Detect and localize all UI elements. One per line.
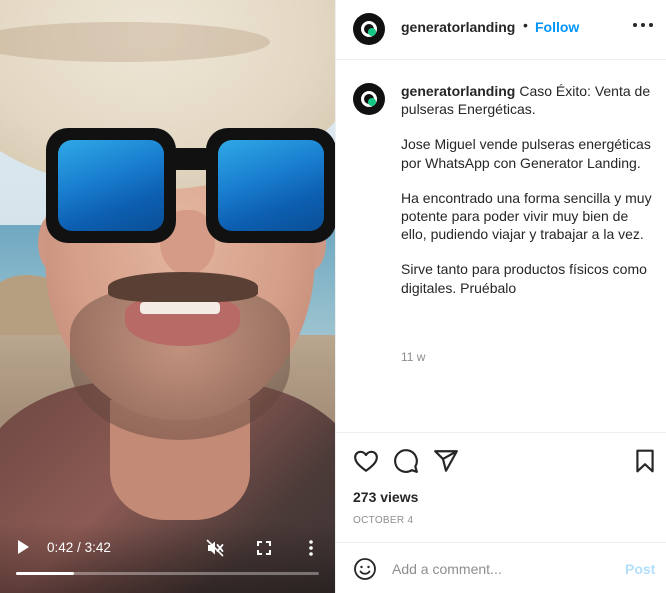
comment-icon[interactable] — [393, 448, 419, 474]
caption-paragraph-2: Jose Miguel vende pulseras energéticas p… — [401, 136, 651, 171]
share-icon[interactable] — [433, 448, 459, 474]
post-header: generatorlanding • Follow — [336, 0, 666, 60]
time-separator: / — [77, 540, 81, 555]
view-count[interactable]: 273 views — [353, 489, 418, 505]
emoji-icon[interactable] — [353, 557, 377, 581]
play-icon[interactable] — [17, 540, 29, 554]
post-caption: generatorlanding Caso Éxito: Venta de pul… — [401, 82, 657, 314]
header-username[interactable]: generatorlanding — [401, 19, 515, 35]
fullscreen-icon[interactable] — [255, 539, 273, 557]
video-progress-bar[interactable] — [16, 572, 319, 575]
comment-input[interactable] — [392, 557, 612, 581]
caption-age[interactable]: 11 w — [401, 350, 425, 364]
caption-avatar[interactable] — [353, 83, 385, 115]
header-separator: • — [523, 17, 528, 33]
bookmark-icon[interactable] — [632, 448, 658, 474]
caption-username[interactable]: generatorlanding — [401, 83, 515, 99]
caption-paragraph-3: Ha encontrado una forma sencilla y muy p… — [401, 189, 652, 243]
video-controls — [0, 523, 335, 593]
post-side-panel: generatorlanding • Follow generatorlandi… — [335, 0, 666, 593]
post-date: OCTOBER 4 — [353, 515, 414, 526]
current-time: 0:42 — [47, 540, 74, 555]
heart-icon[interactable] — [353, 448, 379, 474]
follow-button[interactable]: Follow — [535, 19, 579, 35]
more-options-icon[interactable] — [633, 23, 653, 29]
comment-bar: Post — [336, 542, 666, 593]
caption-paragraph-1: generatorlanding Caso Éxito: Venta de pul… — [401, 83, 651, 118]
video-player[interactable]: 0:42 / 3:42 — [0, 0, 335, 593]
video-frame-teeth — [140, 302, 220, 314]
post-button[interactable]: Post — [625, 561, 655, 577]
caption-paragraph-4: Sirve tanto para productos físicos como … — [401, 261, 647, 296]
post-actions: 273 views OCTOBER 4 — [336, 432, 666, 542]
video-time: 0:42 / 3:42 — [47, 540, 111, 555]
video-frame-sunglasses — [46, 128, 335, 253]
video-progress-fill — [16, 572, 74, 575]
avatar[interactable] — [353, 13, 385, 45]
duration: 3:42 — [84, 540, 111, 555]
muted-speaker-icon[interactable] — [206, 539, 224, 557]
video-frame-mustache — [108, 272, 258, 302]
more-options-vertical-icon[interactable] — [302, 539, 320, 557]
